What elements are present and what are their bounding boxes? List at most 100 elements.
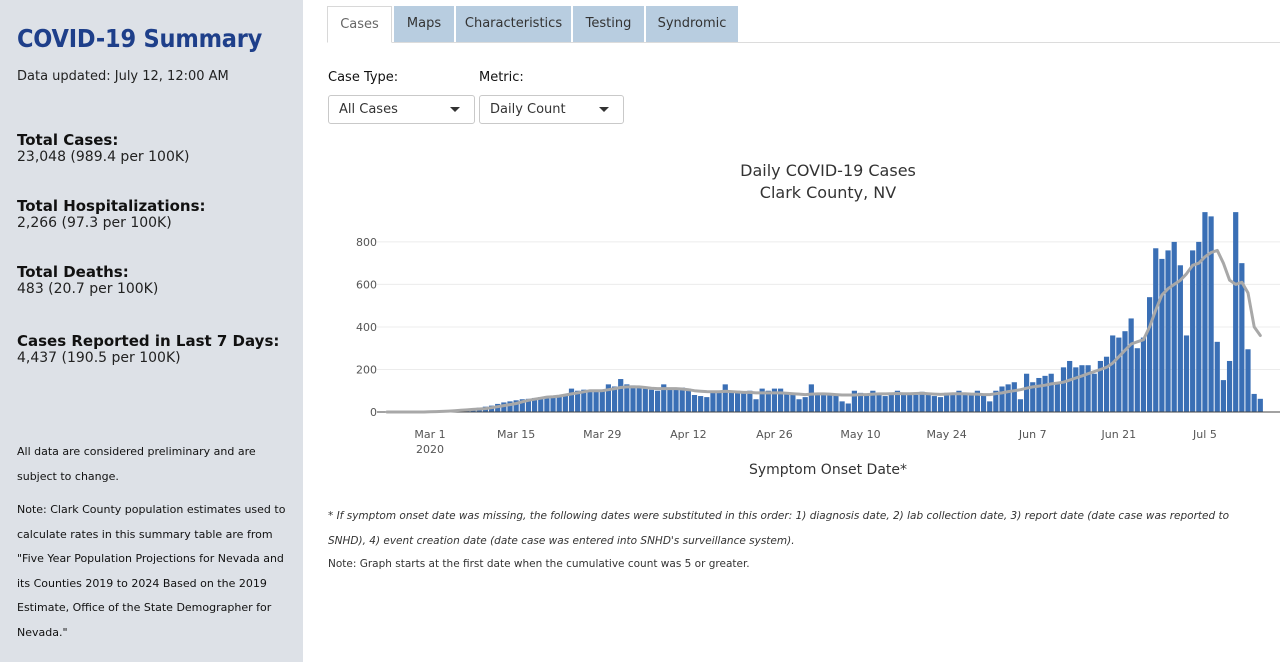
data-bar [944,392,950,412]
data-bar [562,395,568,412]
chart-title: Daily COVID-19 Cases Clark County, NV [628,160,1028,204]
data-bar [901,394,907,412]
tab-testing[interactable]: Testing [573,6,644,42]
data-bar [931,396,937,412]
data-bar [716,391,722,412]
data-bar [1140,337,1147,412]
data-bar [1159,258,1165,412]
preliminary-note: All data are considered preliminary and … [17,445,256,483]
tab-characteristics[interactable]: Characteristics [456,6,571,42]
stat-total-deaths: Total Deaths: 483 (20.7 per 100K) [17,263,158,298]
data-bar [839,401,845,412]
data-bar [1245,349,1251,412]
data-bar [642,388,648,412]
data-bar [802,397,808,412]
footnote-onset-date: * If symptom onset date was missing, the… [328,510,1230,547]
data-bar [980,394,987,412]
stat-label: Total Hospitalizations: [17,197,206,215]
metric-value: Daily Count [490,102,566,117]
metric-select[interactable]: Daily Count [479,95,624,124]
stat-value: 23,048 (989.4 per 100K) [17,149,190,165]
stat-cases-last-7-days: Cases Reported in Last 7 Days: 4,437 (19… [17,332,280,367]
y-tick-label: 600 [356,278,377,291]
stat-value: 4,437 (190.5 per 100K) [17,350,181,366]
data-bar [550,397,556,412]
data-bar [673,388,679,412]
data-bar [784,393,790,412]
data-bar [888,393,894,412]
stat-label: Cases Reported in Last 7 Days: [17,332,280,350]
population-note: Note: Clark County population estimates … [17,503,286,639]
x-tick-label: Jun 21 [1101,428,1137,441]
data-bar [968,393,974,412]
data-bar [1171,241,1177,412]
daily-cases-chart[interactable]: 0 200 400 600 800 Mar 1 2020 Mar 15 Mar 29 Apr 12… [327,200,1280,462]
data-bar [1196,241,1202,412]
y-tick-label: 200 [356,363,377,376]
x-tick-label: Jun 7 [1018,428,1047,441]
data-bar [1183,335,1190,412]
data-bar [1017,399,1024,412]
data-bar [925,394,931,412]
x-tick-label: Mar 15 [497,428,535,441]
case-type-label: Case Type: [328,70,399,85]
data-bar [1122,331,1128,412]
data-bar [999,386,1005,412]
data-bar [1134,348,1140,412]
data-bar [1042,375,1048,412]
data-bar [1165,250,1171,412]
data-bar [1110,335,1116,412]
data-updated-text: Data updated: July 12, 12:00 AM [17,69,229,84]
data-bar [1054,382,1060,412]
data-bar [1116,337,1122,412]
data-bar [1233,212,1239,412]
data-bar [1190,250,1196,412]
data-bar [698,396,704,412]
data-bar [1214,341,1220,412]
tab-syndromic[interactable]: Syndromic [646,6,738,42]
y-tick-label: 400 [356,321,377,334]
data-bar [864,394,870,412]
data-bar [722,384,728,412]
data-bar [913,394,919,412]
data-bar [1251,393,1257,412]
data-bar [753,399,759,412]
data-bar [728,392,734,412]
metric-label: Metric: [479,70,524,85]
data-bar [1060,367,1067,412]
data-bar [1011,382,1017,412]
data-bar [1257,398,1263,412]
data-bar [845,403,851,412]
data-bar [808,384,814,412]
x-tick-label: May 10 [840,428,880,441]
data-bar [987,401,993,412]
x-tick-year-label: 2020 [416,443,444,456]
data-bar [1091,373,1097,412]
data-bar [655,390,661,412]
x-tick-label: May 24 [927,428,967,441]
case-type-select[interactable]: All Cases [328,95,475,124]
data-bar [741,392,747,412]
x-tick-label: Jul 5 [1192,428,1217,441]
stat-value: 2,266 (97.3 per 100K) [17,215,172,231]
data-bar [685,388,691,412]
footnote-graph-start: Note: Graph starts at the first date whe… [328,558,750,570]
data-bar [1220,380,1226,412]
data-bar [833,393,839,412]
data-bar [691,394,698,412]
tab-cases[interactable]: Cases [327,6,392,43]
data-bar [1005,384,1011,412]
data-bar [882,396,888,412]
data-bar [827,393,833,412]
y-tick-label: 800 [356,236,377,249]
data-bar [636,386,642,412]
data-bar [1024,373,1030,412]
x-tick-label: Apr 12 [670,428,707,441]
data-bar [710,392,716,412]
data-bar [790,394,796,412]
tab-maps[interactable]: Maps [394,6,454,42]
sidebar: COVID-19 Summary Data updated: July 12, … [0,0,303,662]
data-bar [618,379,624,412]
data-bar [734,390,741,412]
stat-label: Total Deaths: [17,263,129,281]
